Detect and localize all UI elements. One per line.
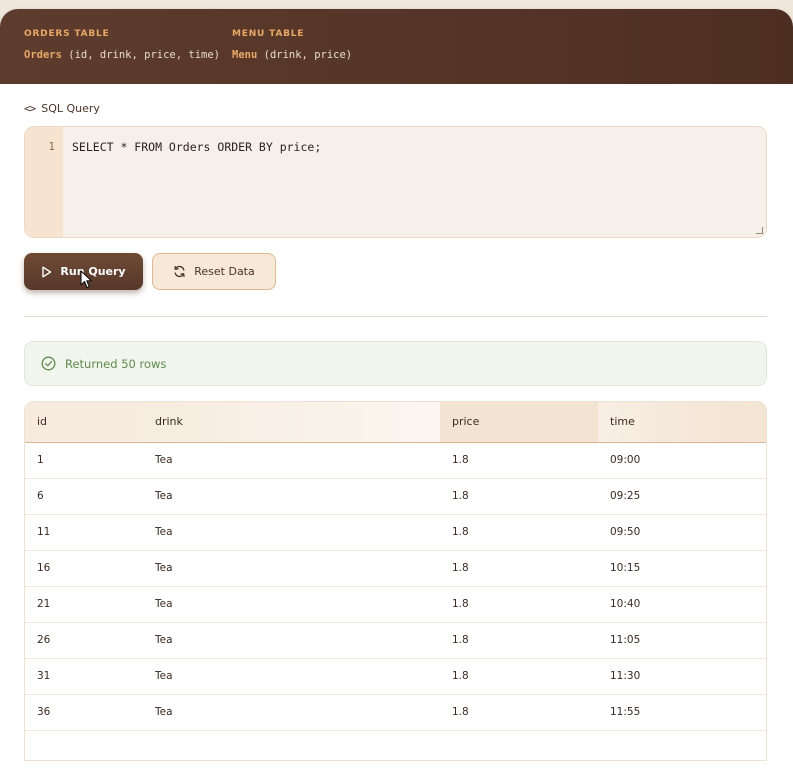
cell-time: 11:30 <box>598 658 766 695</box>
orders-schema-definition: Orders (id, drink, price, time) <box>24 49 220 61</box>
table-row: 31 Tea 1.8 11:30 <box>25 658 766 695</box>
refresh-icon <box>174 265 185 278</box>
table-row: 26 Tea 1.8 11:05 <box>25 622 766 659</box>
cell-time: 09:25 <box>598 478 766 515</box>
menu-schema-definition: Menu (drink, price) <box>232 49 352 61</box>
column-header-id[interactable]: id <box>25 402 143 443</box>
cell-time <box>598 730 766 760</box>
cell-price: 1.8 <box>440 478 598 515</box>
menu-schema-title: MENU TABLE <box>232 29 305 39</box>
schema-header: ORDERS TABLE Orders (id, drink, price, t… <box>0 9 793 84</box>
query-status-banner: Returned 50 rows <box>24 341 767 386</box>
line-number-gutter: 1 <box>25 127 63 237</box>
cell-id: 16 <box>25 550 143 587</box>
cell-id: 21 <box>25 586 143 623</box>
cell-id: 36 <box>25 694 143 731</box>
orders-table-name: Orders <box>24 49 62 61</box>
cell-drink: Tea <box>143 478 440 515</box>
sql-query-label-text: SQL Query <box>41 102 100 115</box>
cell-drink: Tea <box>143 658 440 695</box>
resize-handle[interactable] <box>756 227 763 234</box>
menu-table-columns: (drink, price) <box>257 49 353 61</box>
cell-id: 6 <box>25 478 143 515</box>
table-row: 21 Tea 1.8 10:40 <box>25 586 766 623</box>
menu-table-name: Menu <box>232 49 258 61</box>
check-circle-icon <box>41 356 56 371</box>
cell-id: 11 <box>25 514 143 551</box>
cell-time: 10:15 <box>598 550 766 587</box>
table-header-row: id drink price time <box>25 402 766 443</box>
mouse-cursor-icon <box>80 270 93 289</box>
cell-drink: Tea <box>143 622 440 659</box>
orders-schema: ORDERS TABLE Orders (id, drink, price, t… <box>24 29 220 84</box>
cell-time: 10:40 <box>598 586 766 623</box>
cell-drink <box>143 730 440 760</box>
results-table-container[interactable]: id drink price time 1 Tea 1.8 09:00 6 Te… <box>24 401 767 761</box>
menu-schema: MENU TABLE Menu (drink, price) <box>232 29 352 84</box>
table-row: 6 Tea 1.8 09:25 <box>25 478 766 515</box>
cell-price <box>440 730 598 760</box>
cell-time: 11:05 <box>598 622 766 659</box>
cell-drink: Tea <box>143 550 440 587</box>
sql-query-input[interactable]: SELECT * FROM Orders ORDER BY price; <box>63 127 766 237</box>
play-icon <box>42 266 52 277</box>
results-table: id drink price time 1 Tea 1.8 09:00 6 Te… <box>25 402 766 760</box>
orders-table-columns: (id, drink, price, time) <box>61 49 220 61</box>
code-icon: <> <box>24 102 36 115</box>
table-row: 36 Tea 1.8 11:55 <box>25 694 766 731</box>
cell-id: 31 <box>25 658 143 695</box>
cell-id <box>25 730 143 760</box>
cell-drink: Tea <box>143 586 440 623</box>
cell-price: 1.8 <box>440 586 598 623</box>
cell-id: 1 <box>25 442 143 479</box>
table-row: 1 Tea 1.8 09:00 <box>25 442 766 479</box>
table-row <box>25 730 766 760</box>
cell-time: 09:50 <box>598 514 766 551</box>
cell-drink: Tea <box>143 694 440 731</box>
cell-drink: Tea <box>143 442 440 479</box>
reset-data-label: Reset Data <box>194 265 255 278</box>
cell-price: 1.8 <box>440 658 598 695</box>
cell-price: 1.8 <box>440 694 598 731</box>
table-row: 16 Tea 1.8 10:15 <box>25 550 766 587</box>
orders-schema-title: ORDERS TABLE <box>24 29 110 39</box>
section-divider <box>24 316 767 317</box>
cell-time: 09:00 <box>598 442 766 479</box>
cell-price: 1.8 <box>440 514 598 551</box>
cell-id: 26 <box>25 622 143 659</box>
cell-time: 11:55 <box>598 694 766 731</box>
sql-editor[interactable]: 1 SELECT * FROM Orders ORDER BY price; <box>24 126 767 238</box>
sql-query-label: <> SQL Query <box>24 102 100 115</box>
cell-drink: Tea <box>143 514 440 551</box>
cell-price: 1.8 <box>440 550 598 587</box>
cell-price: 1.8 <box>440 442 598 479</box>
line-number: 1 <box>48 140 55 153</box>
table-row: 11 Tea 1.8 09:50 <box>25 514 766 551</box>
column-header-drink[interactable]: drink <box>143 402 440 443</box>
column-header-price[interactable]: price <box>440 402 598 443</box>
column-header-time[interactable]: time <box>598 402 766 443</box>
cell-price: 1.8 <box>440 622 598 659</box>
status-text: Returned 50 rows <box>65 356 167 371</box>
reset-data-button[interactable]: Reset Data <box>152 253 276 290</box>
